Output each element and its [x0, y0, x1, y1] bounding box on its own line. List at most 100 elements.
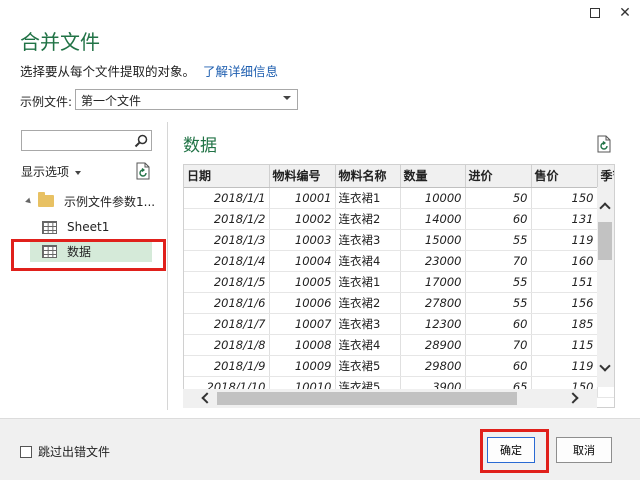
- table-cell: 10001: [269, 187, 336, 209]
- table-row: 2018/1/2 10002 连衣裙2 14000 60 131: [184, 208, 614, 230]
- sample-file-select[interactable]: 第一个文件: [75, 89, 298, 110]
- sample-file-value: 第一个文件: [81, 94, 142, 108]
- expand-arrow-icon[interactable]: [25, 197, 33, 205]
- table-cell: 119: [531, 229, 598, 251]
- table-cell: 160: [531, 250, 598, 272]
- chevron-down-icon: [75, 170, 82, 175]
- table-cell: 55: [465, 229, 532, 251]
- table-cell: 70: [465, 250, 532, 272]
- table-cell: 10003: [269, 229, 336, 251]
- table-row: 2018/1/4 10004 连衣裙4 23000 70 160: [184, 250, 614, 272]
- table-cell: 2018/1/9: [184, 355, 270, 377]
- table-cell: 连衣裙2: [335, 208, 401, 230]
- search-input[interactable]: [21, 130, 152, 151]
- tree-item-sheet1[interactable]: Sheet1: [42, 216, 109, 238]
- table-cell: 28900: [400, 334, 466, 356]
- annotation-box: [11, 239, 166, 271]
- learn-more-link[interactable]: 了解详细信息: [203, 64, 278, 79]
- table-cell: 连衣裙1: [335, 187, 401, 209]
- table-row: 2018/1/8 10008 连衣裙4 28900 70 115: [184, 334, 614, 356]
- table-cell: 50: [465, 187, 532, 209]
- table-cell: 10004: [269, 250, 336, 272]
- chevron-down-icon[interactable]: [599, 360, 611, 372]
- table-cell: 12300: [400, 313, 466, 335]
- preview-table-container: 日期 物料编号 物料名称 数量 进价 售价 季节 2018/1/110001连衣…: [183, 164, 615, 408]
- column-header[interactable]: 物料名称: [335, 165, 401, 188]
- table-cell: 2018/1/1: [184, 187, 270, 209]
- display-options-dropdown[interactable]: 显示选项: [21, 163, 82, 180]
- chevron-right-icon[interactable]: [567, 392, 579, 404]
- table-cell: 55: [465, 292, 532, 314]
- table-cell: 151: [531, 271, 598, 293]
- table-cell: 10000: [400, 187, 466, 209]
- table-row: 2018/1/6 10006 连衣裙2 27800 55 156: [184, 292, 614, 314]
- table-cell: 2018/1/8: [184, 334, 270, 356]
- horizontal-scrollbar[interactable]: [183, 389, 597, 408]
- dialog-title: 合并文件: [20, 30, 100, 54]
- table-cell: 119: [531, 355, 598, 377]
- dialog-description: 选择要从每个文件提取的对象。 了解详细信息: [20, 64, 279, 79]
- table-cell: 27800: [400, 292, 466, 314]
- table-cell: 10009: [269, 355, 336, 377]
- search-icon: [134, 134, 148, 148]
- table-cell: 55: [465, 271, 532, 293]
- folder-icon: [38, 192, 54, 207]
- column-header[interactable]: 售价: [531, 165, 598, 188]
- table-cell: 2018/1/7: [184, 313, 270, 335]
- table-cell: 150: [531, 187, 598, 209]
- close-icon: ✕: [619, 5, 631, 21]
- table-cell: 185: [531, 313, 598, 335]
- maximize-button[interactable]: [580, 0, 610, 26]
- table-icon: [42, 220, 57, 234]
- table-cell: 10007: [269, 313, 336, 335]
- table-cell: 连衣裙5: [335, 355, 401, 377]
- table-row: 2018/1/9 10009 连衣裙5 29800 60 119: [184, 355, 614, 377]
- preview-table: 日期 物料编号 物料名称 数量 进价 售价 季节 2018/1/110001连衣…: [184, 165, 614, 398]
- column-header[interactable]: 物料编号: [269, 165, 336, 188]
- table-cell: 连衣裙2: [335, 292, 401, 314]
- table-cell: 2018/1/3: [184, 229, 270, 251]
- table-row: 2018/1/1 10001 连衣裙1 10000 50 150: [184, 187, 614, 209]
- sample-file-label: 示例文件:: [20, 95, 73, 109]
- refresh-icon[interactable]: [596, 135, 612, 153]
- cancel-button[interactable]: 取消: [556, 437, 612, 463]
- table-cell: 131: [531, 208, 598, 230]
- table-cell: 29800: [400, 355, 466, 377]
- column-header[interactable]: 季节: [597, 165, 614, 188]
- chevron-left-icon[interactable]: [201, 392, 213, 404]
- skip-errors-checkbox[interactable]: [20, 445, 32, 458]
- table-header-row: 日期 物料编号 物料名称 数量 进价 售价 季节: [184, 165, 614, 188]
- annotation-box: [480, 429, 549, 473]
- table-cell: 10002: [269, 208, 336, 230]
- table-cell: 连衣裙4: [335, 250, 401, 272]
- table-cell: 10006: [269, 292, 336, 314]
- table-cell: 23000: [400, 250, 466, 272]
- table-row: 2018/1/3 10003 连衣裙3 15000 55 119: [184, 229, 614, 251]
- table-cell: 15000: [400, 229, 466, 251]
- vertical-scrollbar[interactable]: [597, 187, 614, 387]
- table-cell: 2018/1/5: [184, 271, 270, 293]
- table-cell: 14000: [400, 208, 466, 230]
- refresh-icon[interactable]: [135, 162, 151, 180]
- skip-errors-option[interactable]: 跳过出错文件: [20, 443, 110, 460]
- chevron-down-icon: [283, 96, 291, 100]
- close-button[interactable]: ✕: [610, 0, 640, 26]
- table-cell: 连衣裙3: [335, 229, 401, 251]
- table-cell: 连衣裙4: [335, 334, 401, 356]
- table-cell: 10008: [269, 334, 336, 356]
- table-cell: 2018/1/4: [184, 250, 270, 272]
- tree-item-sample-params[interactable]: 示例文件参数1...: [25, 190, 155, 212]
- table-cell: 60: [465, 208, 532, 230]
- table-cell: 115: [531, 334, 598, 356]
- table-cell: 60: [465, 313, 532, 335]
- table-cell: 2018/1/2: [184, 208, 270, 230]
- chevron-up-icon[interactable]: [599, 202, 611, 214]
- column-header[interactable]: 数量: [400, 165, 466, 188]
- table-row: 2018/1/5 10005 连衣裙1 17000 55 151: [184, 271, 614, 293]
- column-header[interactable]: 进价: [465, 165, 532, 188]
- scrollbar-thumb[interactable]: [598, 222, 612, 260]
- table-cell: 156: [531, 292, 598, 314]
- table-cell: 60: [465, 355, 532, 377]
- scrollbar-thumb[interactable]: [217, 392, 517, 405]
- column-header[interactable]: 日期: [184, 165, 270, 188]
